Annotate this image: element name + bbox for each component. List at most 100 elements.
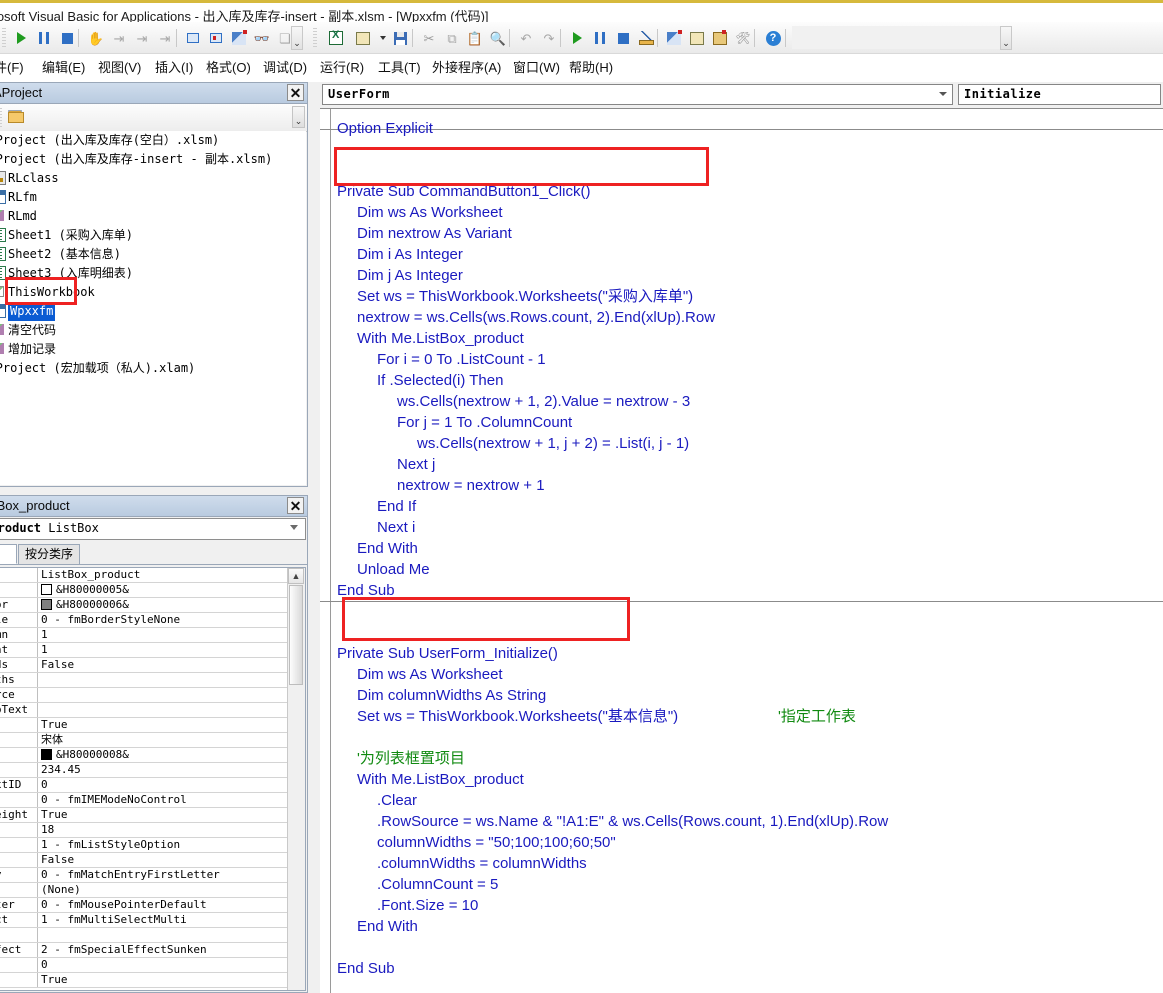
design-mode-icon[interactable] bbox=[635, 27, 657, 49]
tools-icon[interactable]: 🛠 bbox=[732, 27, 754, 49]
property-row[interactable]: con (None) bbox=[0, 883, 305, 898]
find-icon[interactable]: 🔍 bbox=[487, 27, 509, 49]
close-icon[interactable]: ✕ bbox=[287, 497, 304, 514]
tree-node[interactable]: VBAProject (出入库及库存-insert - 副本.xlsm) bbox=[0, 150, 306, 169]
property-row[interactable]: lTipText bbox=[0, 703, 305, 718]
toolbar-blank-field[interactable] bbox=[792, 26, 1007, 49]
excel-icon[interactable] bbox=[325, 27, 347, 49]
property-row[interactable]: Widths bbox=[0, 673, 305, 688]
run-button[interactable] bbox=[10, 27, 32, 49]
tree-node[interactable]: Sheet3 (入库明细表) bbox=[0, 264, 306, 283]
menu-format[interactable]: 格式(O) bbox=[206, 58, 251, 78]
property-row[interactable]: olumn 1 bbox=[0, 628, 305, 643]
tree-node[interactable]: RLmd bbox=[0, 207, 306, 226]
menu-run[interactable]: 运行(R) bbox=[320, 58, 364, 78]
step-over-icon[interactable]: ⇥ bbox=[131, 27, 153, 49]
tree-node[interactable]: VBAProject (宏加载项（私人).xlam) bbox=[0, 359, 306, 378]
property-row[interactable]: yle 1 - fmListStyleOption bbox=[0, 838, 305, 853]
property-row[interactable]: ListBox_product bbox=[0, 568, 305, 583]
property-row[interactable]: elect 1 - fmMultiSelectMulti bbox=[0, 913, 305, 928]
toggle-folders-icon[interactable] bbox=[8, 110, 24, 123]
property-row[interactable]: p True bbox=[0, 973, 305, 988]
tree-node[interactable]: 增加记录 bbox=[0, 340, 306, 359]
close-icon[interactable]: ✕ bbox=[287, 84, 304, 101]
object-box-icon[interactable] bbox=[709, 27, 731, 49]
property-row[interactable]: ointer 0 - fmMousePointerDefault bbox=[0, 898, 305, 913]
procedure-combo[interactable]: Initialize bbox=[958, 84, 1161, 105]
step-out-icon[interactable]: ⇥ bbox=[154, 27, 176, 49]
pause-button[interactable] bbox=[33, 27, 55, 49]
undo-icon[interactable]: ↶ bbox=[515, 27, 537, 49]
tab-categorized[interactable]: 按分类序 bbox=[18, 544, 81, 564]
chevron-down-icon[interactable] bbox=[290, 525, 299, 530]
wand-icon[interactable] bbox=[663, 27, 685, 49]
tree-node[interactable]: VBAProject (出入库及库存(空白）.xlsm) bbox=[0, 131, 306, 150]
property-row[interactable]: 18 bbox=[0, 823, 305, 838]
object-browser-icon[interactable] bbox=[228, 27, 250, 49]
menu-edit[interactable]: 编辑(E) bbox=[42, 58, 85, 78]
properties-icon[interactable] bbox=[686, 27, 708, 49]
property-row[interactable]: d True bbox=[0, 718, 305, 733]
binoculars-icon[interactable]: 👓 bbox=[251, 27, 273, 49]
code-editor[interactable]: Option Explicit Private Sub CommandButton… bbox=[320, 108, 1163, 993]
stop-button[interactable] bbox=[56, 27, 78, 49]
toolbar-grip-2[interactable] bbox=[313, 28, 317, 48]
menu-file[interactable]: 件(F) bbox=[0, 58, 24, 78]
toolbar-overflow-button-2[interactable]: ⌄ bbox=[1000, 26, 1012, 50]
menu-insert[interactable]: 插入(I) bbox=[155, 58, 193, 78]
project-toolbar-overflow[interactable]: ⌄ bbox=[292, 106, 305, 128]
property-row[interactable]: 234.45 bbox=[0, 763, 305, 778]
scrollbar-thumb[interactable] bbox=[289, 585, 303, 685]
property-row[interactable]: Count 1 bbox=[0, 643, 305, 658]
property-row[interactable]: rce bbox=[0, 928, 305, 943]
toolbar-overflow-button[interactable]: ⌄ bbox=[291, 26, 303, 50]
menu-view[interactable]: 视图(V) bbox=[98, 58, 141, 78]
redo-icon[interactable]: ↷ bbox=[538, 27, 560, 49]
tree-node[interactable]: Sheet2 (基本信息) bbox=[0, 245, 306, 264]
property-row[interactable]: ntextID 0 bbox=[0, 778, 305, 793]
tree-node[interactable]: ThisWorkbook bbox=[0, 283, 306, 302]
property-row[interactable]: 宋体 bbox=[0, 733, 305, 748]
property-row[interactable]: lor&H80000008& bbox=[0, 748, 305, 763]
property-row[interactable]: lor&H80000005& bbox=[0, 583, 305, 598]
pause-button-2[interactable] bbox=[589, 27, 611, 49]
insert-userform-icon[interactable] bbox=[352, 27, 374, 49]
cut-icon[interactable]: ✂ bbox=[418, 27, 440, 49]
tree-node[interactable]: RLfm bbox=[0, 188, 306, 207]
property-row[interactable]: alHeight True bbox=[0, 808, 305, 823]
property-row[interactable]: ex 0 bbox=[0, 958, 305, 973]
properties-scrollbar[interactable]: ▲ bbox=[287, 568, 305, 990]
property-row[interactable]: Heads False bbox=[0, 658, 305, 673]
menu-addins[interactable]: 外接程序(A) bbox=[432, 58, 501, 78]
property-row[interactable]: False bbox=[0, 853, 305, 868]
toolbar-grip[interactable] bbox=[0, 108, 2, 127]
property-row[interactable]: Style 0 - fmBorderStyleNone bbox=[0, 613, 305, 628]
object-selector-combo[interactable]: x_product ListBox bbox=[0, 518, 306, 540]
properties-grid[interactable]: ListBox_productlor&H80000005&Color&H8000… bbox=[0, 567, 306, 991]
property-row[interactable]: e 0 - fmIMEModeNoControl bbox=[0, 793, 305, 808]
menu-tools[interactable]: 工具(T) bbox=[378, 58, 421, 78]
menu-debug[interactable]: 调试(D) bbox=[263, 58, 307, 78]
menu-help[interactable]: 帮助(H) bbox=[569, 58, 613, 78]
project-explorer-icon[interactable] bbox=[182, 27, 204, 49]
object-combo[interactable]: UserForm bbox=[322, 84, 953, 105]
tree-node[interactable]: Sheet1 (采购入库单) bbox=[0, 226, 306, 245]
step-into-icon[interactable]: ⇥ bbox=[108, 27, 130, 49]
paste-icon[interactable]: 📋 bbox=[464, 27, 486, 49]
property-row[interactable]: ntry 0 - fmMatchEntryFirstLetter bbox=[0, 868, 305, 883]
stop-button-2[interactable] bbox=[612, 27, 634, 49]
copy-icon[interactable]: ⧉ bbox=[441, 27, 463, 49]
property-row[interactable]: Color&H80000006& bbox=[0, 598, 305, 613]
project-tree[interactable]: VBAProject (出入库及库存(空白）.xlsm) VBAProject (… bbox=[0, 131, 306, 485]
properties-window-icon[interactable] bbox=[205, 27, 227, 49]
tree-node[interactable]: Wpxxfm bbox=[0, 302, 306, 321]
save-icon[interactable] bbox=[389, 27, 411, 49]
chevron-down-icon[interactable] bbox=[939, 92, 947, 96]
help-icon[interactable]: ? bbox=[762, 27, 784, 49]
tab-alphabetic[interactable]: 序 bbox=[0, 544, 17, 564]
property-row[interactable]: Source bbox=[0, 688, 305, 703]
tree-node[interactable]: 清空代码 bbox=[0, 321, 306, 340]
tree-node[interactable]: RLclass bbox=[0, 169, 306, 188]
toolbar-grip[interactable] bbox=[2, 28, 6, 48]
property-row[interactable]: lEffect 2 - fmSpecialEffectSunken bbox=[0, 943, 305, 958]
